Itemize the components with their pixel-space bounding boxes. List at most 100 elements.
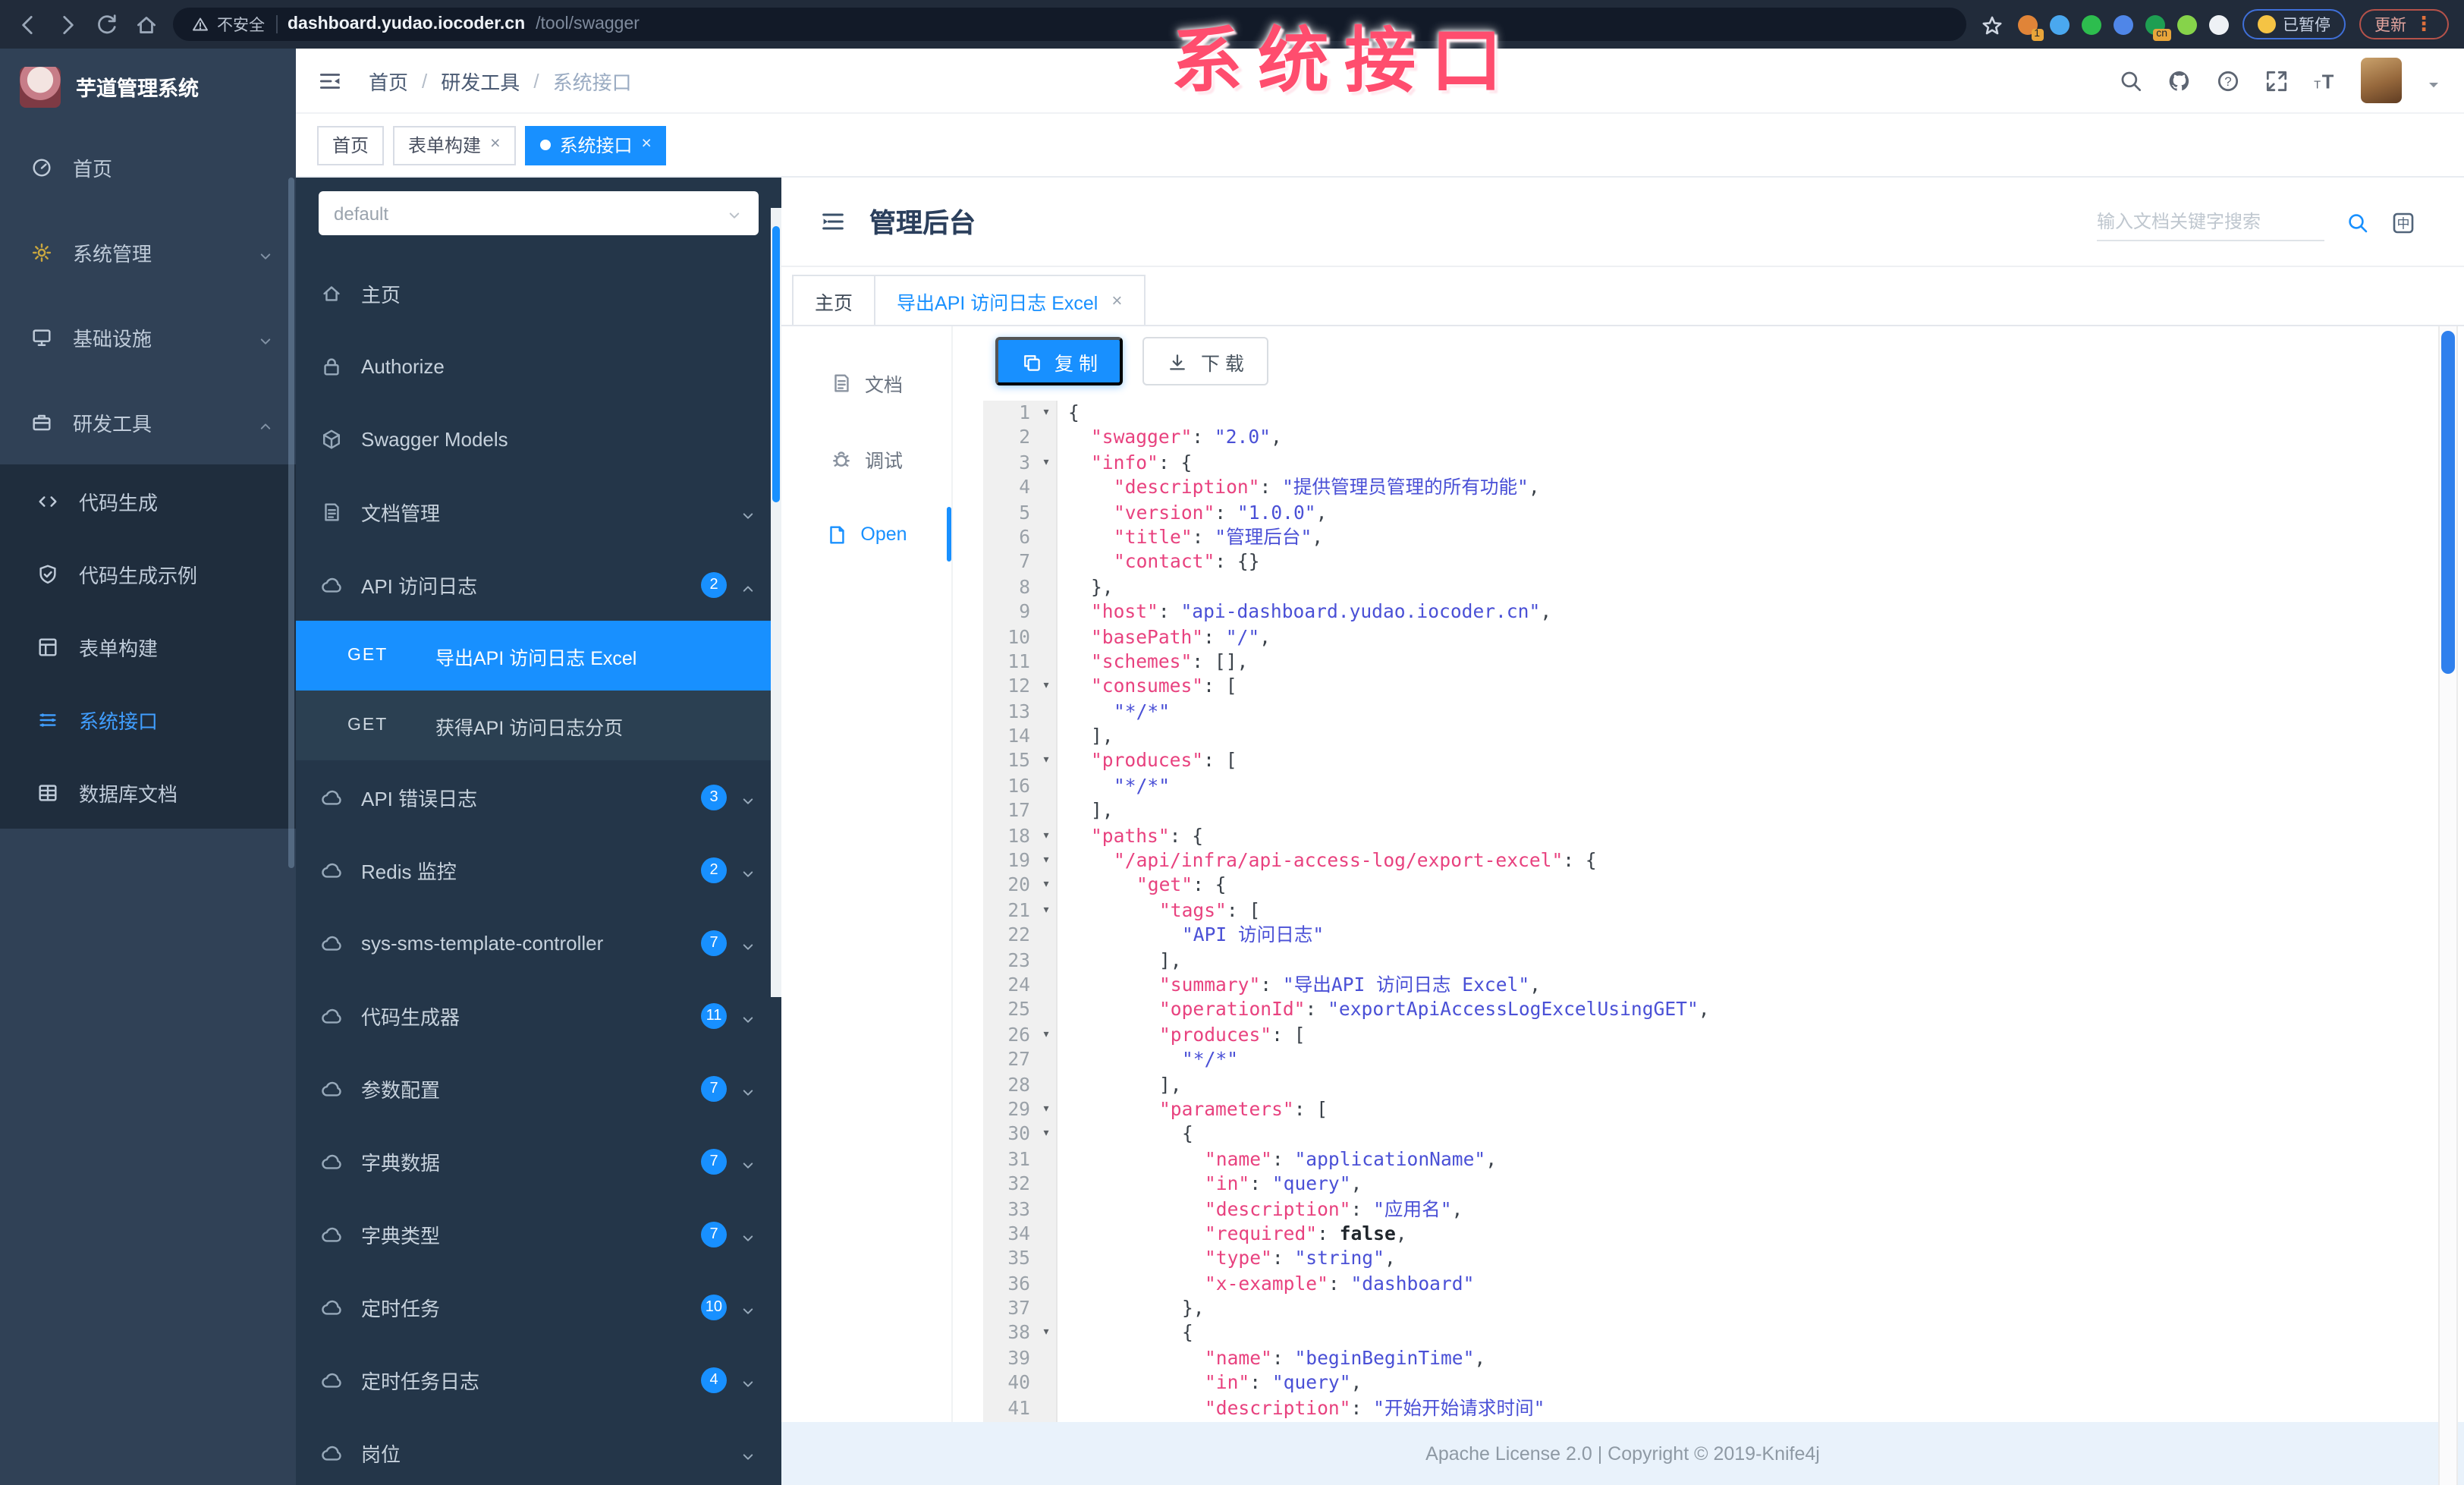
- doc-tab-主页[interactable]: 主页: [792, 275, 876, 325]
- swagger-item-API 访问日志[interactable]: API 访问日志 2: [296, 548, 781, 621]
- fontsize-icon[interactable]: TT: [2312, 68, 2338, 93]
- breadcrumb-item[interactable]: 首页: [369, 66, 408, 95]
- tag-表单构建[interactable]: 表单构建 ×: [393, 125, 516, 165]
- bookmark-star-icon[interactable]: [1979, 12, 2004, 36]
- update-button[interactable]: 更新 ⋮: [2359, 9, 2449, 39]
- fold-toggle-icon[interactable]: ▾: [1035, 1097, 1058, 1122]
- swagger-item-Redis 监控[interactable]: Redis 监控 2: [296, 833, 781, 906]
- swagger-item-Swagger Models[interactable]: Swagger Models: [296, 402, 781, 475]
- extension-icon[interactable]: cn: [2145, 14, 2170, 40]
- browser-forward-icon[interactable]: [55, 11, 80, 37]
- page-scrollbar-track[interactable]: [2438, 326, 2458, 1485]
- sidebar-item-代码生成示例[interactable]: 代码生成示例: [0, 537, 296, 610]
- swagger-item-定时任务[interactable]: 定时任务 10: [296, 1270, 781, 1343]
- fold-toggle-icon[interactable]: ▾: [1035, 1023, 1058, 1048]
- swagger-item-代码生成器[interactable]: 代码生成器 11: [296, 979, 781, 1052]
- side-tab-Open[interactable]: Open: [781, 496, 951, 572]
- doc-search-input[interactable]: [2097, 210, 2324, 231]
- extension-icon[interactable]: [2208, 14, 2228, 34]
- close-icon[interactable]: ×: [490, 135, 500, 154]
- copy-button[interactable]: 复 制: [995, 337, 1124, 385]
- help-icon[interactable]: ?: [2215, 68, 2241, 93]
- avatar[interactable]: [2361, 58, 2402, 103]
- chevron-down-icon: [739, 1006, 757, 1024]
- fold-toggle-icon: [1035, 475, 1058, 500]
- sidebar-item-代码生成[interactable]: 代码生成: [0, 464, 296, 537]
- side-tab-调试[interactable]: 调试: [781, 420, 951, 496]
- chevdown-icon: [743, 1162, 753, 1168]
- sidebar-item-系统接口[interactable]: 系统接口: [0, 683, 296, 756]
- browser-back-icon[interactable]: [15, 11, 41, 37]
- fold-toggle-icon[interactable]: ▾: [1035, 1321, 1058, 1346]
- sidebar-item-研发工具[interactable]: 研发工具: [0, 379, 296, 464]
- extension-icon[interactable]: [2176, 14, 2196, 34]
- security-indicator[interactable]: 不安全: [191, 13, 265, 36]
- breadcrumb-item[interactable]: 研发工具: [441, 66, 520, 95]
- browser-home-icon[interactable]: [134, 11, 159, 37]
- api-group-select[interactable]: default: [319, 191, 759, 235]
- swagger-item-Authorize[interactable]: Authorize: [296, 329, 781, 402]
- tag-首页[interactable]: 首页: [317, 125, 385, 165]
- docfile-icon: [834, 373, 849, 392]
- close-icon[interactable]: ×: [642, 135, 652, 154]
- swagger-item-文档管理[interactable]: 文档管理: [296, 475, 781, 548]
- sidebar-item-表单构建[interactable]: 表单构建: [0, 610, 296, 683]
- swagger-item-参数配置[interactable]: 参数配置 7: [296, 1052, 781, 1125]
- fold-toggle-icon[interactable]: ▾: [1035, 675, 1058, 700]
- code-text: "operationId": "exportApiAccessLogExcelU…: [1159, 999, 1710, 1021]
- fold-toggle-icon[interactable]: ▾: [1035, 823, 1058, 848]
- swagger-item-label: Redis 监控: [361, 860, 457, 883]
- fold-toggle-icon[interactable]: ▾: [1035, 873, 1058, 898]
- github-icon[interactable]: [2167, 68, 2192, 93]
- fold-toggle-icon[interactable]: ▾: [1035, 451, 1058, 476]
- fold-toggle-icon[interactable]: ▾: [1035, 898, 1058, 923]
- swagger-item-sys-sms-template-controller[interactable]: sys-sms-template-controller 7: [296, 906, 781, 979]
- address-bar[interactable]: 不安全 dashboard.yudao.iocoder.cn /tool/swa…: [173, 8, 1966, 41]
- page-scrollbar-thumb[interactable]: [2441, 331, 2455, 674]
- fold-toggle-icon[interactable]: ▾: [1035, 1122, 1058, 1147]
- search-icon[interactable]: [2346, 209, 2370, 234]
- extension-icon[interactable]: [2049, 14, 2069, 34]
- doc-list-icon[interactable]: [819, 208, 847, 235]
- doc-search-field[interactable]: [2097, 202, 2324, 241]
- sidebar-item-首页[interactable]: 首页: [0, 124, 296, 209]
- line-number: 33: [1007, 1198, 1030, 1219]
- tag-系统接口[interactable]: 系统接口 ×: [524, 125, 667, 165]
- browser-menu-icon[interactable]: ⋮: [2414, 14, 2434, 33]
- sidebar-item-基础设施[interactable]: 基础设施: [0, 294, 296, 379]
- swagger-item-字典数据[interactable]: 字典数据 7: [296, 1125, 781, 1197]
- close-icon[interactable]: ×: [1111, 291, 1122, 310]
- swagger-item-定时任务日志[interactable]: 定时任务日志 4: [296, 1343, 781, 1416]
- paused-badge[interactable]: 已暂停: [2242, 9, 2346, 39]
- expand-icon[interactable]: [2264, 68, 2290, 93]
- operation-导出API 访问日志 Excel[interactable]: GET 导出API 访问日志 Excel: [296, 621, 781, 691]
- search-icon[interactable]: [2118, 68, 2144, 93]
- swagger-item-岗位[interactable]: 岗位: [296, 1416, 781, 1485]
- code-text: "description": "开始开始请求时间": [1205, 1397, 1545, 1419]
- sidebar-item-系统管理[interactable]: 系统管理: [0, 209, 296, 294]
- swagger-item-主页[interactable]: 主页: [296, 256, 781, 329]
- json-code-editor[interactable]: 1 ▾{2 "swagger": "2.0", 3 ▾ "info": {4 "descri…: [983, 401, 2464, 1485]
- extension-icon[interactable]: 1: [2017, 14, 2043, 40]
- language-icon[interactable]: 中: [2391, 209, 2415, 234]
- operation-获得API 访问日志分页[interactable]: GET 获得API 访问日志分页: [296, 691, 781, 760]
- sidebar-scrollbar-thumb[interactable]: [288, 178, 294, 868]
- caret-down-icon[interactable]: [2425, 71, 2443, 90]
- swagger-item-API 错误日志[interactable]: API 错误日志 3: [296, 760, 781, 833]
- swagger-scrollbar-thumb[interactable]: [772, 226, 780, 502]
- sidebar-item-数据库文档[interactable]: 数据库文档: [0, 756, 296, 829]
- doc-tab-导出API 访问日志 Excel[interactable]: 导出API 访问日志 Excel ×: [874, 275, 1146, 325]
- code-line: 30 ▾ {: [983, 1122, 2464, 1147]
- side-tab-文档[interactable]: 文档: [781, 345, 951, 420]
- fold-toggle-icon[interactable]: ▾: [1035, 848, 1058, 873]
- fold-toggle-icon[interactable]: ▾: [1035, 401, 1058, 426]
- extension-icon[interactable]: [2113, 14, 2132, 34]
- fold-toggle-icon[interactable]: ▾: [1035, 749, 1058, 774]
- app-logo[interactable]: 芋道管理系统: [0, 49, 296, 124]
- collapse-sidebar-icon[interactable]: [317, 68, 343, 93]
- browser-reload-icon[interactable]: [94, 11, 120, 37]
- extension-icon[interactable]: [2081, 14, 2101, 34]
- swagger-item-字典类型[interactable]: 字典类型 7: [296, 1197, 781, 1270]
- code-text: "paths": {: [1091, 825, 1204, 847]
- download-button[interactable]: 下 载: [1142, 337, 1268, 385]
